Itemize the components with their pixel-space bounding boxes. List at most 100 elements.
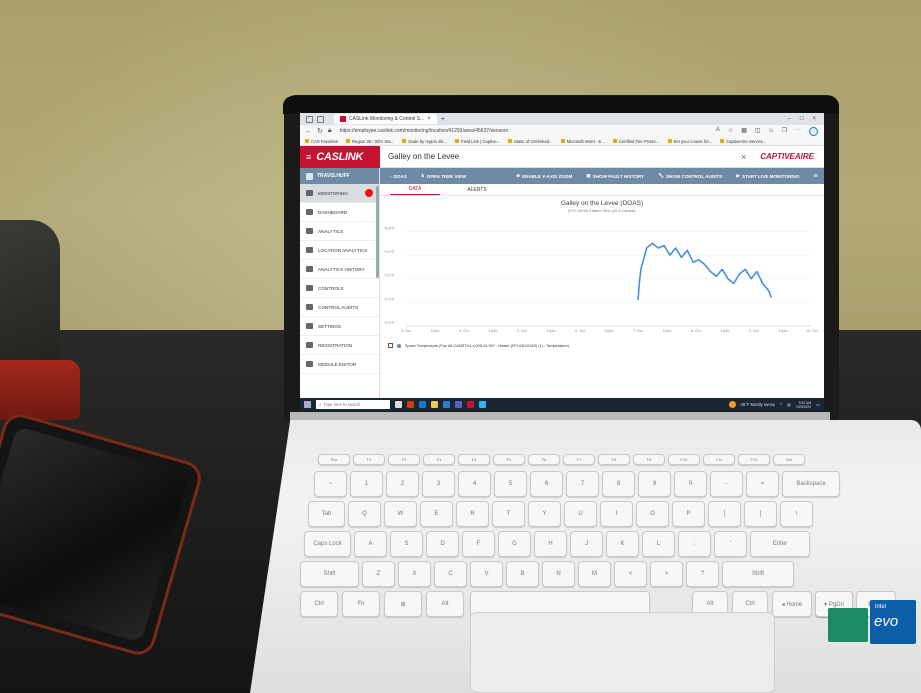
keyboard-key[interactable]: 6 — [530, 471, 563, 497]
favorite-link[interactable]: Set your course for... — [667, 139, 712, 144]
touchpad[interactable] — [470, 612, 775, 693]
keyboard-key[interactable]: F — [462, 531, 495, 557]
sidebar-item-analytics-history[interactable]: ANALYTICS HISTORY — [300, 260, 379, 279]
account-avatar[interactable] — [809, 126, 818, 136]
keyboard-key[interactable]: ⊞ — [384, 591, 422, 617]
keyboard-key[interactable]: A — [354, 531, 387, 557]
favorite-link[interactable]: Static of CM-linked... — [508, 139, 553, 144]
keyboard-key[interactable]: Shift — [722, 561, 794, 587]
keyboard-key[interactable]: O — [636, 501, 669, 527]
sidebar-item-registration[interactable]: REGISTRATION — [300, 336, 379, 355]
weather-widget[interactable]: 46°F Mostly sunny — [741, 402, 776, 407]
keyboard-key[interactable]: V — [470, 561, 503, 587]
keyboard-key[interactable]: 9 — [638, 471, 671, 497]
keyboard-key[interactable]: H — [534, 531, 567, 557]
new-tab-icon[interactable]: + — [441, 116, 445, 123]
keyboard-key[interactable]: N — [542, 561, 575, 587]
favorite-link[interactable]: CAS Favorites — [305, 139, 338, 144]
refresh-icon[interactable]: ↻ — [317, 127, 323, 135]
keyboard-key[interactable]: Tab — [308, 501, 345, 527]
keyboard-key[interactable]: ◂ Home — [772, 591, 812, 617]
keyboard-key[interactable]: Q — [348, 501, 381, 527]
windows-start-icon[interactable] — [304, 401, 311, 408]
keyboard-key[interactable]: W — [384, 501, 417, 527]
keyboard-key[interactable]: X — [398, 561, 431, 587]
keyboard-key[interactable]: Alt — [426, 591, 464, 617]
keyboard-key[interactable]: K — [606, 531, 639, 557]
keyboard-key[interactable]: F10 — [668, 454, 700, 465]
keyboard-key[interactable]: F11 — [703, 454, 735, 465]
notification-icon[interactable]: ▭ — [816, 402, 820, 407]
keyboard-key[interactable]: L — [642, 531, 675, 557]
keyboard-key[interactable]: I — [600, 501, 633, 527]
keyboard-key[interactable]: Ctrl — [300, 591, 338, 617]
more-icon[interactable]: ··· — [795, 127, 801, 136]
minimize-icon[interactable]: – — [788, 116, 791, 122]
favorite-star-icon[interactable]: ☆ — [728, 127, 733, 136]
keyboard-key[interactable]: G — [498, 531, 531, 557]
keyboard-key[interactable]: F5 — [493, 454, 525, 465]
keyboard-key[interactable]: 2 — [386, 471, 419, 497]
favorites-icon[interactable]: ✩ — [769, 127, 774, 136]
sidebar-item-control-audits[interactable]: CONTROL AUDITS — [300, 298, 379, 317]
keyboard-key[interactable]: C — [434, 561, 467, 587]
keyboard-key[interactable]: Backspace — [782, 471, 840, 497]
keyboard-key[interactable]: T — [492, 501, 525, 527]
favorite-link[interactable]: Microsoft Word - E... — [560, 139, 605, 144]
sidebar-item-settings[interactable]: SETTINGS — [300, 317, 379, 336]
read-aloud-icon[interactable]: A — [716, 127, 720, 136]
show-control-audits-button[interactable]: 🔧︎ SHOW CONTROL AUDITS — [658, 173, 722, 179]
caslink-app-icon[interactable] — [467, 401, 474, 408]
keyboard-key[interactable]: 1 — [350, 471, 383, 497]
keyboard-key[interactable]: Shift — [300, 561, 359, 587]
keyboard-key[interactable]: Fn — [342, 591, 380, 617]
user-account[interactable]: TRAVIS.HUFF — [300, 168, 379, 184]
keyboard-key[interactable]: F4 — [458, 454, 490, 465]
keyboard-key[interactable]: P — [672, 501, 705, 527]
keyboard-key[interactable]: E — [420, 501, 453, 527]
collections-icon[interactable]: ❐ — [782, 127, 787, 136]
split-screen-icon[interactable]: ◫ — [755, 127, 761, 136]
keyboard-key[interactable]: U — [564, 501, 597, 527]
extensions-icon[interactable]: ▦ — [741, 127, 747, 136]
keyboard-key[interactable]: F6 — [528, 454, 560, 465]
keyboard-key[interactable]: Y — [528, 501, 561, 527]
sidebar-scrollbar[interactable] — [376, 186, 379, 278]
network-icon[interactable]: ▤ — [787, 402, 791, 407]
keyboard-key[interactable]: R — [456, 501, 489, 527]
keyboard-key[interactable]: 4 — [458, 471, 491, 497]
browser-app-icon[interactable] — [479, 401, 486, 408]
keyboard-key[interactable]: 3 — [422, 471, 455, 497]
keyboard-key[interactable]: F3 — [423, 454, 455, 465]
sidebar-item-controls[interactable]: CONTROLS — [300, 279, 379, 298]
series-checkbox[interactable] — [388, 343, 393, 348]
keyboard-key[interactable]: M — [578, 561, 611, 587]
maximize-icon[interactable]: □ — [800, 116, 804, 122]
workspaces-icon[interactable] — [317, 115, 324, 123]
sidebar-item-module-editor[interactable]: MODULE EDITOR — [300, 355, 379, 374]
favorite-link[interactable]: CaptiveAire Service... — [720, 139, 766, 144]
url-field[interactable]: https://employee.caslink.com/monitoring/… — [337, 127, 607, 136]
keyboard-key[interactable]: ? — [686, 561, 719, 587]
keyboard-key[interactable]: J — [570, 531, 603, 557]
keyboard-key[interactable]: 5 — [494, 471, 527, 497]
keyboard-key[interactable]: ; — [678, 531, 711, 557]
toolbar-menu-icon[interactable]: ≡ — [813, 173, 817, 180]
keyboard-key[interactable]: ' — [714, 531, 747, 557]
show-fault-history-button[interactable]: ▣ SHOW FAULT HISTORY — [586, 173, 644, 179]
favorite-link[interactable]: Certified Fire Protec... — [612, 139, 660, 144]
keyboard-key[interactable]: > — [650, 561, 683, 587]
sidebar-item-analytics[interactable]: ANALYTICS — [300, 222, 379, 241]
tab-close-icon[interactable]: × — [427, 116, 431, 122]
outlook-icon[interactable] — [443, 401, 450, 408]
keyboard-key[interactable]: F9 — [633, 454, 665, 465]
keyboard-key[interactable]: F1 — [353, 454, 385, 465]
keyboard-key[interactable]: F12 — [738, 454, 770, 465]
profile-icon[interactable] — [306, 115, 313, 123]
keyboard-key[interactable]: Enter — [750, 531, 810, 557]
open-tree-view-button[interactable]: ⋔ OPEN TREE VIEW — [421, 173, 466, 179]
keyboard-key[interactable]: [ — [708, 501, 741, 527]
tab-data[interactable]: DATA — [390, 184, 440, 195]
sidebar-item-dashboard[interactable]: DASHBOARD — [300, 203, 379, 222]
browser-tab[interactable]: CASLink Monitoring & Control S... × — [334, 114, 437, 124]
